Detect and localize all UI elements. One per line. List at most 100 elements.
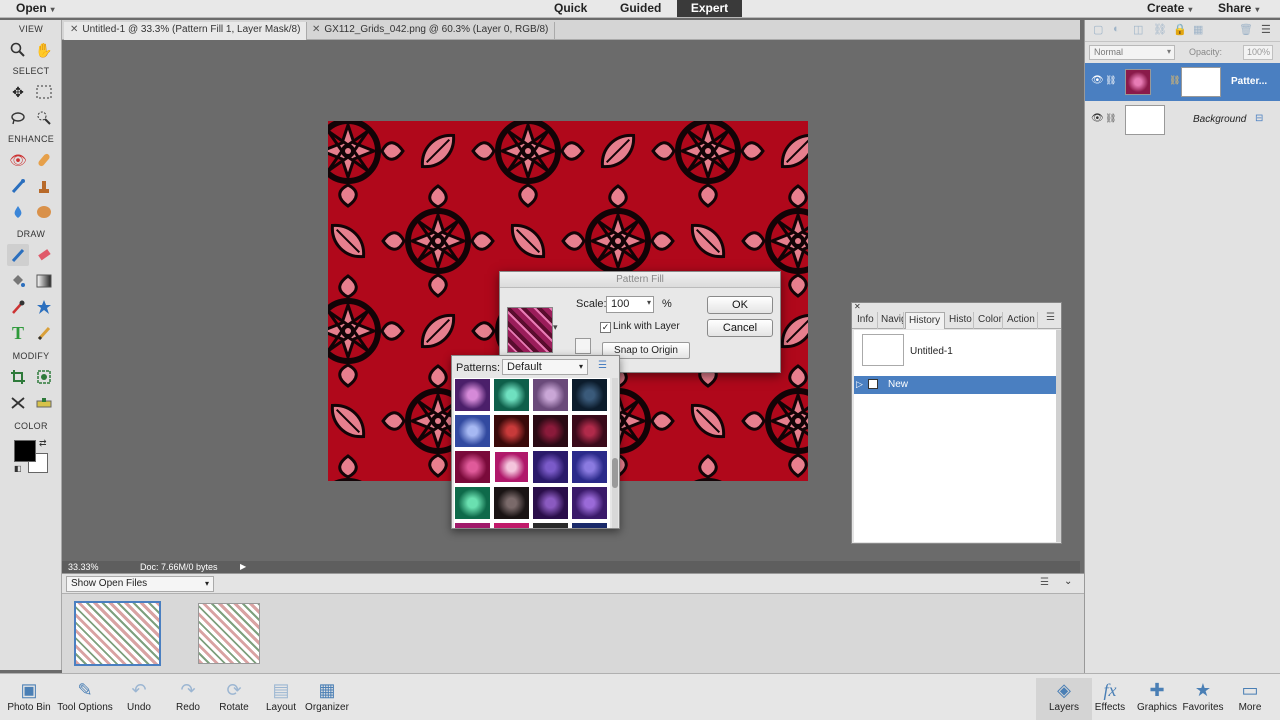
new-preset-icon[interactable]: [575, 338, 591, 354]
organizer-button[interactable]: ▦ Organizer: [299, 678, 355, 713]
snapshot-label[interactable]: Untitled-1: [910, 346, 953, 357]
undo-button[interactable]: ↶ Undo: [111, 678, 167, 713]
pattern-swatch[interactable]: [454, 486, 491, 520]
visibility-eye-icon[interactable]: 👁: [1091, 75, 1104, 86]
collapse-bin-icon[interactable]: ⌄: [1064, 576, 1072, 587]
pattern-swatch[interactable]: [532, 522, 569, 528]
create-menu[interactable]: Create ▾: [1147, 1, 1192, 15]
paint-bucket-tool-icon[interactable]: [7, 270, 29, 292]
layer-row-background[interactable]: 👁 ⛓ Background ⊟: [1085, 101, 1280, 139]
pattern-swatch[interactable]: [454, 450, 491, 484]
swap-colors-icon[interactable]: ⇄: [39, 438, 47, 449]
mode-expert[interactable]: Expert: [677, 0, 742, 17]
tab-gx112-grids[interactable]: ✕ GX112_Grids_042.png @ 60.3% (Layer 0, R…: [306, 22, 556, 40]
lasso-tool-icon[interactable]: [7, 107, 29, 129]
brush-tool-icon[interactable]: [7, 244, 29, 266]
background-thumbnail[interactable]: [1125, 105, 1165, 135]
pattern-preview-swatch[interactable]: [507, 307, 553, 353]
custom-shape-tool-icon[interactable]: [33, 296, 55, 318]
history-scrollbar[interactable]: [1056, 330, 1061, 542]
lock-icon[interactable]: ⊟: [1255, 113, 1263, 124]
layer-name[interactable]: Background: [1193, 114, 1246, 125]
blur-tool-icon[interactable]: [7, 201, 29, 223]
pattern-swatch-selected[interactable]: [493, 450, 530, 484]
recompose-tool-icon[interactable]: [33, 366, 55, 388]
pattern-swatch[interactable]: [571, 522, 608, 528]
history-state-row[interactable]: ▷ New: [854, 376, 1056, 394]
opacity-input[interactable]: 100%: [1243, 45, 1273, 60]
hand-tool-icon[interactable]: ✋: [33, 39, 55, 61]
history-brush-icon[interactable]: ▷: [856, 379, 863, 390]
panel-menu-icon[interactable]: ☰: [1046, 312, 1055, 323]
tab-actions[interactable]: Action: [1004, 312, 1038, 329]
scale-input[interactable]: 100 ▾: [606, 296, 654, 313]
quick-selection-tool-icon[interactable]: [33, 107, 55, 129]
link-layers-icon[interactable]: ⛓: [1153, 23, 1167, 36]
pattern-swatch[interactable]: [493, 414, 530, 448]
zoom-readout[interactable]: 33.33%: [68, 562, 99, 572]
pattern-swatch[interactable]: [532, 414, 569, 448]
layer-row-pattern[interactable]: 👁 ⛓ ⛓ Patter...: [1085, 63, 1280, 101]
layer-mask-icon[interactable]: ◫: [1133, 23, 1143, 36]
tab-navigator[interactable]: Navig: [878, 312, 904, 329]
tab-color[interactable]: Color: [975, 312, 1003, 329]
picker-menu-icon[interactable]: ☰: [598, 360, 607, 371]
bin-menu-icon[interactable]: ☰: [1040, 577, 1049, 588]
pattern-swatch[interactable]: [571, 378, 608, 412]
tab-untitled-1[interactable]: ✕ Untitled-1 @ 33.3% (Pattern Fill 1, Lay…: [64, 22, 308, 40]
pattern-swatch[interactable]: [493, 522, 530, 528]
mode-guided[interactable]: Guided: [610, 0, 671, 17]
mode-quick[interactable]: Quick: [544, 0, 597, 17]
adjustment-layer-icon[interactable]: ◐: [1113, 23, 1120, 35]
tab-history[interactable]: History: [905, 312, 945, 329]
pattern-swatch[interactable]: [571, 414, 608, 448]
tab-info[interactable]: Info: [854, 312, 878, 329]
status-arrow-icon[interactable]: ▶: [240, 562, 246, 571]
type-tool-icon[interactable]: T: [7, 322, 29, 344]
close-icon[interactable]: ✕: [312, 24, 320, 35]
tab-histogram[interactable]: Histo: [946, 312, 974, 329]
spot-healing-tool-icon[interactable]: [33, 149, 55, 171]
photo-bin-button[interactable]: ▣ Photo Bin: [1, 678, 57, 713]
bin-thumbnail-untitled[interactable]: [74, 601, 161, 666]
mask-link-icon[interactable]: ⛓: [1169, 75, 1180, 86]
pattern-swatch[interactable]: [493, 378, 530, 412]
close-icon[interactable]: ✕: [70, 24, 78, 35]
link-icon[interactable]: ⛓: [1105, 113, 1116, 124]
open-menu[interactable]: Open ▾: [16, 1, 55, 15]
cancel-button[interactable]: Cancel: [707, 319, 773, 337]
share-menu[interactable]: Share ▾: [1218, 1, 1259, 15]
blend-mode-select[interactable]: Normal ▾: [1089, 45, 1175, 60]
pattern-swatch[interactable]: [571, 486, 608, 520]
gradient-tool-icon[interactable]: [33, 270, 55, 292]
lock-icon[interactable]: 🔒: [1173, 23, 1187, 36]
pattern-swatch[interactable]: [454, 522, 491, 528]
link-icon[interactable]: ⛓: [1105, 75, 1116, 86]
snapshot-thumbnail[interactable]: [862, 334, 904, 366]
pattern-swatch[interactable]: [454, 414, 491, 448]
eyedropper-tool-icon[interactable]: [7, 296, 29, 318]
scale-dropdown-icon[interactable]: ▾: [647, 298, 651, 307]
link-with-layer-checkbox[interactable]: ✓: [600, 322, 611, 333]
trash-icon[interactable]: 🗑: [1239, 23, 1253, 36]
eraser-tool-icon[interactable]: [33, 244, 55, 266]
layer-name[interactable]: Patter...: [1231, 76, 1267, 87]
sponge-tool-icon[interactable]: [33, 201, 55, 223]
zoom-tool-icon[interactable]: [7, 39, 29, 61]
pattern-dropdown-arrow-icon[interactable]: ▾: [553, 322, 558, 333]
visibility-eye-icon[interactable]: 👁: [1091, 113, 1104, 124]
pattern-swatch[interactable]: [493, 486, 530, 520]
pattern-swatch[interactable]: [532, 486, 569, 520]
more-button[interactable]: ▭ More: [1222, 678, 1278, 713]
pencil-tool-icon[interactable]: [33, 322, 55, 344]
new-layer-icon[interactable]: ▢: [1093, 23, 1103, 36]
bin-thumbnail-gx112[interactable]: [198, 603, 260, 664]
pattern-swatch[interactable]: [532, 378, 569, 412]
pattern-thumbnail[interactable]: [1125, 69, 1151, 95]
straighten-tool-icon[interactable]: [33, 392, 55, 414]
picker-scrollbar[interactable]: [612, 378, 618, 528]
pattern-swatch[interactable]: [532, 450, 569, 484]
smart-brush-tool-icon[interactable]: [7, 175, 29, 197]
marquee-tool-icon[interactable]: [33, 81, 55, 103]
patterns-set-select[interactable]: Default ▾: [502, 359, 588, 375]
